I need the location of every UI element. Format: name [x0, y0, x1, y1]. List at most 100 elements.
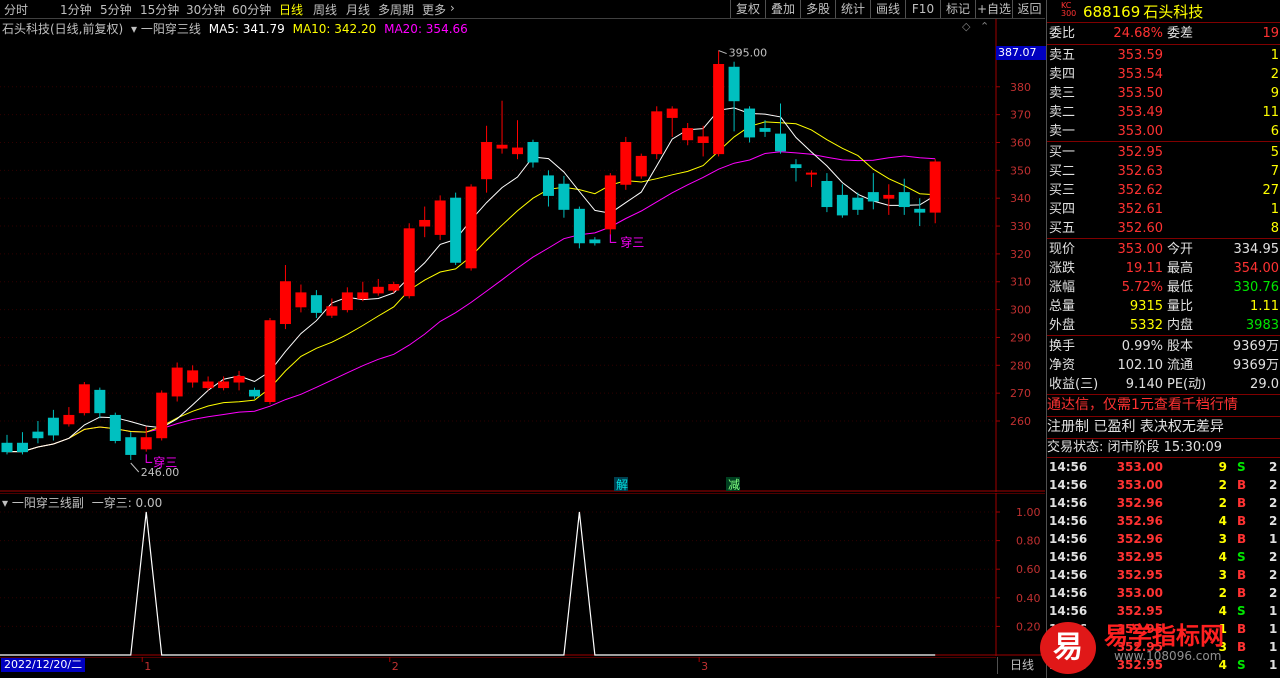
tick-count: 2 [1269, 496, 1278, 510]
price-axis-label: 320 [1010, 248, 1031, 261]
sell-level-price: 353.54 [1117, 67, 1164, 82]
candlestick-chart[interactable]: 260270280290300310320330340350360370380 … [0, 19, 1045, 492]
period-tab-daily[interactable]: 日线 [279, 1, 303, 18]
stats-button[interactable]: 统计 [835, 0, 870, 18]
candle [805, 170, 817, 188]
period-tab-monthly[interactable]: 月线 [346, 1, 370, 18]
tick-count: 2 [1269, 460, 1278, 474]
period-tab-weekly[interactable]: 周线 [313, 1, 337, 18]
candle-body [388, 284, 400, 291]
sell-level-row: 卖二 353.49 11 [1047, 103, 1280, 122]
stat-label: 内盘 [1167, 318, 1194, 333]
fundamental-value: 9369万 [1232, 358, 1279, 373]
draw-line-button[interactable]: 画线 [870, 0, 905, 18]
f10-button[interactable]: F10 [905, 0, 940, 18]
stat-label: 现价 [1049, 242, 1076, 257]
period-tab-30min[interactable]: 30分钟 [186, 1, 225, 18]
candle-body [156, 392, 168, 439]
add-watchlist-button[interactable]: +自选 [975, 0, 1012, 18]
tick-count: 2 [1269, 568, 1278, 582]
candle-body [697, 136, 709, 143]
fundamental-label: 股本 [1167, 339, 1194, 354]
period-tab-1min[interactable]: 1分钟 [60, 1, 92, 18]
candle [295, 284, 307, 313]
tick-volume: 4 [1218, 514, 1227, 528]
candle [233, 370, 245, 391]
candle [558, 175, 570, 218]
buy-level-label: 买一 [1049, 145, 1076, 160]
price-axis-label: 290 [1010, 331, 1031, 344]
tick-volume: 3 [1218, 568, 1227, 582]
buy-level-row: 买一 352.95 5 [1047, 143, 1280, 162]
fundamental-label: 收益(三) [1049, 377, 1099, 392]
tick-time: 14:56 [1049, 568, 1088, 582]
fuquan-button[interactable]: 复权 [730, 0, 765, 18]
price-axis-label: 360 [1010, 136, 1031, 149]
price-axis-label: 270 [1010, 387, 1031, 400]
sub-axis-label: 1.00 [1016, 506, 1041, 519]
period-tab-5min[interactable]: 5分钟 [100, 1, 132, 18]
more-arrow-icon[interactable]: › [450, 1, 455, 15]
candle-body [666, 108, 678, 118]
tick-row: 14:56 352.96 2 B 2 [1047, 494, 1280, 512]
tick-time: 14:56 [1049, 586, 1088, 600]
multi-stock-button[interactable]: 多股 [800, 0, 835, 18]
price-axis-label: 350 [1010, 164, 1031, 177]
sell-level-price: 353.49 [1117, 105, 1164, 120]
sub-indicator-chart[interactable]: 1.00 0.80 0.60 0.40 0.20 [0, 493, 1045, 656]
candle-body [341, 292, 353, 311]
candle [357, 281, 369, 302]
sell-level-row: 卖四 353.54 2 [1047, 65, 1280, 84]
period-tab-60min[interactable]: 60分钟 [232, 1, 271, 18]
listing-info: 注册制 已盈利 表决权无差异 [1047, 419, 1224, 435]
tick-direction: B [1237, 514, 1247, 528]
candle-body [496, 144, 508, 149]
stat-value: 3983 [1245, 318, 1279, 333]
back-button[interactable]: 返回 [1012, 0, 1046, 18]
fundamental-value: 9.140 [1125, 377, 1163, 392]
tick-direction: B [1237, 478, 1247, 492]
candle-body [310, 295, 322, 313]
watermark-text: 易学指标网 [1104, 622, 1224, 650]
period-tab-multi[interactable]: 多周期 [378, 1, 414, 18]
tick-row: 14:56 352.95 4 S 2 [1047, 548, 1280, 566]
tick-volume: 4 [1218, 550, 1227, 564]
sub-axis-label: 0.80 [1016, 535, 1041, 548]
candle [867, 173, 879, 210]
period-selector-tab[interactable]: 日线 [997, 657, 1046, 674]
candle-body [481, 141, 493, 180]
buy-level-row: 买三 352.62 27 [1047, 181, 1280, 200]
candle-body [326, 306, 338, 316]
candle [589, 237, 601, 246]
price-axis-label: 330 [1010, 220, 1031, 233]
time-axis-label: 1 [144, 660, 151, 673]
tick-price: 353.00 [1116, 586, 1163, 600]
candle [187, 365, 199, 388]
candle [78, 382, 90, 416]
tick-price: 352.96 [1116, 514, 1163, 528]
sell-level-volume: 6 [1270, 124, 1279, 139]
candle [450, 192, 462, 266]
tick-count: 2 [1269, 514, 1278, 528]
period-tab-15min[interactable]: 15分钟 [140, 1, 179, 18]
stat-label: 总量 [1049, 299, 1076, 314]
overlay-button[interactable]: 叠加 [765, 0, 800, 18]
sell-level-price: 353.50 [1117, 86, 1164, 101]
tick-direction: B [1237, 622, 1247, 636]
fundamental-value: 9369万 [1232, 339, 1279, 354]
candle-body [542, 175, 554, 196]
notice-banner[interactable]: 通达信，仅需1元查看千档行情 [1047, 396, 1280, 415]
candle-body [573, 208, 585, 244]
candle-body [233, 375, 245, 383]
tick-direction: B [1237, 586, 1247, 600]
period-tab-fenshi[interactable]: 分时 [4, 1, 28, 18]
candle-body [821, 180, 833, 208]
weicha-value: 19 [1262, 26, 1279, 41]
period-tab-more[interactable]: 更多 [422, 1, 446, 18]
tick-time: 14:56 [1049, 460, 1088, 474]
candle [94, 387, 106, 419]
tick-direction: B [1237, 496, 1247, 510]
candle-body [249, 389, 261, 397]
candle-body [78, 384, 90, 414]
mark-button[interactable]: 标记 [940, 0, 975, 18]
